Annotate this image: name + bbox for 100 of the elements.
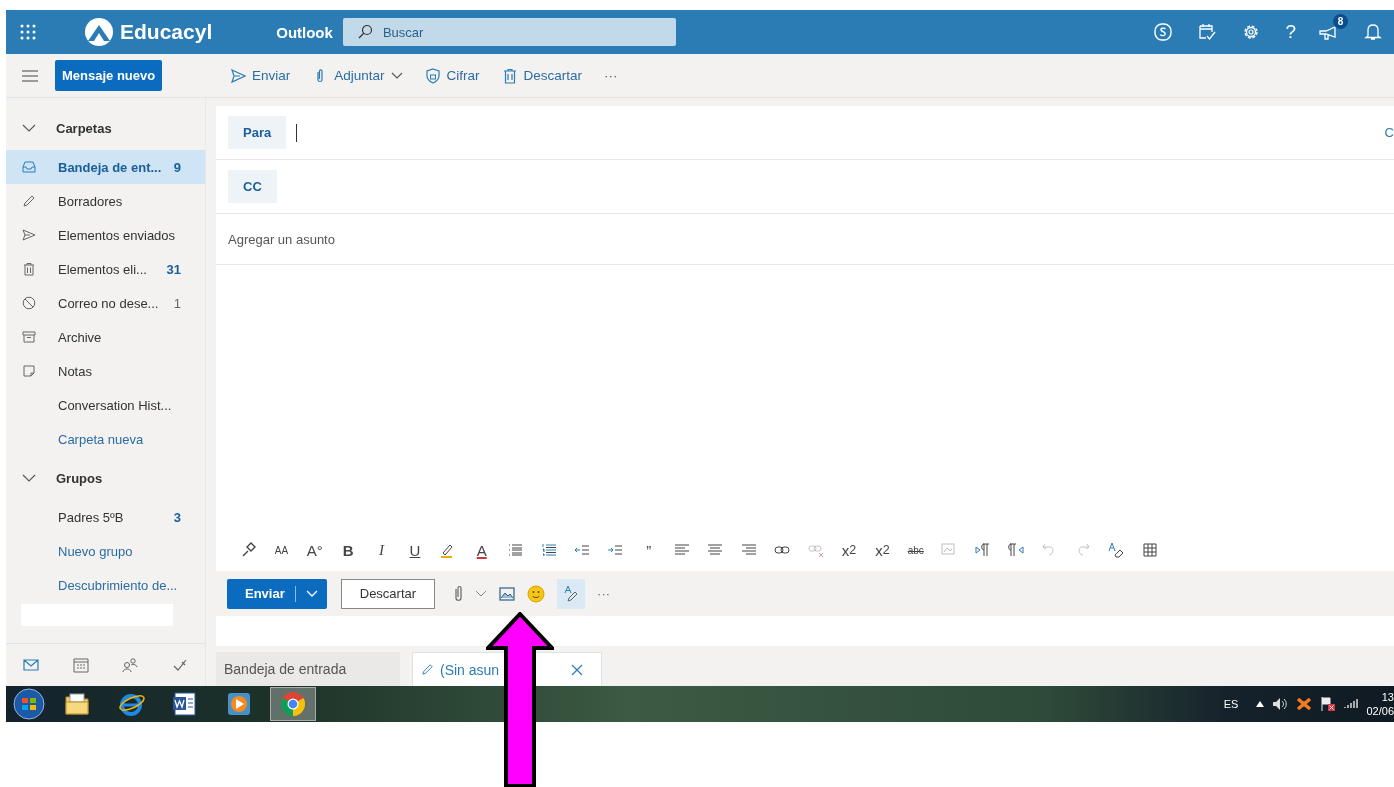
signal-bars-icon[interactable] bbox=[1344, 699, 1359, 709]
new-message-button[interactable]: Mensaje nuevo bbox=[55, 60, 163, 91]
chevron-down-icon[interactable] bbox=[305, 589, 318, 598]
notification-badge: 8 bbox=[1333, 14, 1348, 29]
shield-lock-icon bbox=[424, 67, 441, 84]
bell-icon[interactable] bbox=[1364, 22, 1382, 42]
strike-button[interactable]: abc bbox=[903, 538, 928, 562]
folder-item[interactable]: Bandeja de ent... 9 bbox=[6, 150, 205, 184]
unread-count: 3 bbox=[173, 509, 181, 525]
folder-item[interactable]: Correo no dese... 1 bbox=[6, 286, 205, 320]
unread-count: 1 bbox=[173, 295, 181, 311]
command-button[interactable]: Cifrar bbox=[424, 67, 480, 84]
folder-item[interactable]: Padres 5ºB 3 bbox=[6, 500, 205, 534]
numbering-icon bbox=[540, 542, 557, 558]
chevron-down-icon bbox=[390, 71, 403, 80]
italic-button[interactable]: I bbox=[369, 538, 394, 562]
triangle-up-icon[interactable] bbox=[1256, 701, 1265, 707]
grow-button[interactable]: A° bbox=[302, 538, 327, 562]
outdent-icon bbox=[573, 542, 590, 558]
folder-item[interactable]: Borradores bbox=[6, 184, 205, 218]
help-button[interactable]: ? bbox=[1285, 21, 1296, 43]
app-name[interactable]: Outlook bbox=[276, 23, 333, 41]
command-button[interactable]: Descartar bbox=[501, 67, 583, 84]
text-cursor bbox=[296, 123, 298, 142]
quote-button[interactable]: ” bbox=[636, 538, 661, 562]
align-center-icon bbox=[707, 542, 724, 558]
close-icon[interactable] bbox=[571, 663, 583, 676]
font-color-button[interactable]: A bbox=[469, 538, 494, 562]
unread-count: 9 bbox=[173, 159, 181, 175]
mountain-logo-icon bbox=[84, 17, 114, 47]
folder-item[interactable]: Elementos enviados bbox=[6, 218, 205, 252]
archive-icon bbox=[22, 330, 36, 344]
insert-image-icon[interactable] bbox=[499, 586, 516, 601]
note-icon bbox=[22, 364, 36, 378]
calendar-check-icon[interactable] bbox=[1197, 22, 1218, 42]
trash-icon bbox=[22, 262, 36, 276]
to-button[interactable]: Para bbox=[228, 116, 287, 149]
unlink-icon bbox=[807, 542, 824, 558]
image-icon bbox=[941, 542, 958, 558]
mail-icon[interactable] bbox=[22, 657, 39, 673]
more-button[interactable]: ··· bbox=[604, 68, 618, 83]
bullets-icon bbox=[507, 542, 524, 558]
tab[interactable]: Bandeja de entrada bbox=[216, 652, 400, 686]
cc-link[interactable]: C bbox=[1384, 125, 1394, 140]
clear-icon bbox=[1108, 542, 1125, 558]
send-icon bbox=[230, 67, 246, 84]
brand-name: Educacyl bbox=[120, 20, 213, 44]
bold-button[interactable]: B bbox=[336, 538, 361, 562]
folder-item[interactable]: Archive bbox=[6, 320, 205, 354]
folder-item[interactable]: Nuevo grupo bbox=[6, 534, 205, 568]
chrome-icon bbox=[279, 690, 307, 718]
checkmark-icon[interactable] bbox=[172, 657, 189, 673]
text-pen-icon bbox=[563, 584, 580, 603]
cc-button[interactable]: CC bbox=[228, 170, 277, 203]
chevron-down-icon[interactable] bbox=[475, 589, 488, 598]
smiley-icon[interactable] bbox=[527, 584, 546, 603]
folder-item[interactable]: Elementos eli... 31 bbox=[6, 252, 205, 286]
send-button[interactable]: Enviar bbox=[227, 578, 327, 609]
editor-button[interactable] bbox=[557, 578, 586, 609]
folder-icon bbox=[63, 690, 91, 718]
section-header[interactable]: Carpetas bbox=[6, 106, 205, 150]
start-orb-icon[interactable] bbox=[12, 687, 46, 721]
skype-icon[interactable] bbox=[1153, 22, 1174, 42]
announcements-button[interactable]: 8 bbox=[1318, 14, 1348, 42]
send-icon bbox=[22, 228, 36, 242]
section-header[interactable]: Grupos bbox=[6, 456, 205, 500]
menu-icon[interactable] bbox=[22, 69, 38, 82]
underline-button[interactable]: U bbox=[402, 538, 427, 562]
folder-item[interactable]: Descubrimiento de... bbox=[6, 568, 205, 602]
calendar-icon[interactable] bbox=[72, 657, 89, 673]
people-icon[interactable] bbox=[122, 657, 139, 673]
align-left-icon bbox=[674, 542, 691, 558]
search-icon bbox=[356, 24, 373, 40]
indent-icon bbox=[607, 542, 624, 558]
folder-item[interactable]: Carpeta nueva bbox=[6, 422, 205, 456]
inbox-icon bbox=[22, 160, 36, 174]
speaker-icon[interactable] bbox=[1272, 697, 1289, 711]
clock[interactable]: 13 02/06 bbox=[1366, 690, 1394, 718]
blocked-icon bbox=[22, 296, 36, 310]
discard-button[interactable]: Descartar bbox=[340, 578, 436, 609]
painter-icon bbox=[240, 542, 256, 558]
folder-item[interactable]: Conversation Hist... bbox=[6, 388, 205, 422]
folder-item[interactable]: Notas bbox=[6, 354, 205, 388]
rtl-icon bbox=[1008, 542, 1024, 558]
font-size-button[interactable]: AA bbox=[269, 538, 294, 562]
ltr-icon bbox=[974, 542, 991, 558]
search-field[interactable]: Buscar bbox=[342, 18, 676, 46]
pencil-icon bbox=[22, 194, 36, 208]
more-button[interactable]: ··· bbox=[597, 586, 611, 601]
paperclip-icon[interactable] bbox=[453, 584, 464, 603]
trash-icon bbox=[501, 67, 518, 84]
flag-icon[interactable] bbox=[1320, 696, 1337, 712]
command-button[interactable]: Enviar bbox=[230, 67, 291, 84]
play-icon bbox=[225, 690, 253, 718]
shield-x-icon[interactable] bbox=[1296, 696, 1313, 712]
language-indicator[interactable]: ES bbox=[1223, 698, 1239, 710]
align-right-icon bbox=[740, 542, 757, 558]
table-icon bbox=[1141, 542, 1158, 558]
command-button[interactable]: Adjuntar bbox=[312, 67, 403, 84]
document-icon bbox=[171, 690, 199, 718]
